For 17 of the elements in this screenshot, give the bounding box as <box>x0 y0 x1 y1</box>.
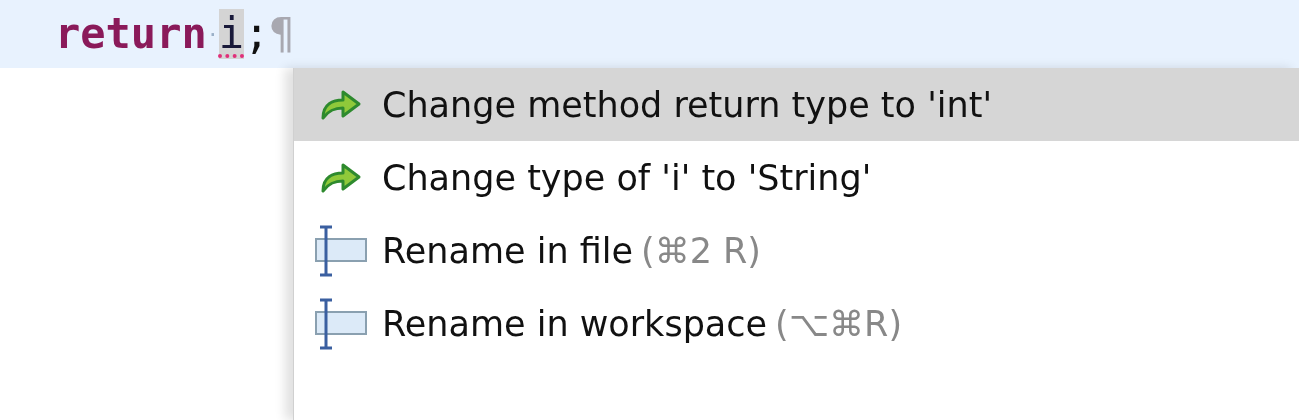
menu-item[interactable]: Rename in workspace (⌥⌘R) <box>294 287 1299 360</box>
menu-item-label: Change method return type to 'int' <box>382 84 992 125</box>
shortcut-hint: (⌥⌘R) <box>775 303 903 344</box>
whitespace-marker: · <box>206 24 219 44</box>
menu-item[interactable]: Change type of 'i' to 'String' <box>294 141 1299 214</box>
error-token: i <box>218 9 245 59</box>
menu-item-label: Rename in file <box>382 230 633 271</box>
menu-item[interactable]: Rename in file (⌘2 R) <box>294 214 1299 287</box>
menu-item-label: Change type of 'i' to 'String' <box>382 157 872 198</box>
code-token: ; <box>244 13 270 55</box>
code-token: return <box>55 13 207 55</box>
shortcut-hint: (⌘2 R) <box>641 230 762 271</box>
menu-item-label: Rename in workspace <box>382 303 768 344</box>
pilcrow-marker: ¶ <box>269 13 295 55</box>
text-cursor-field-icon <box>314 296 368 351</box>
menu-item[interactable]: Change method return type to 'int' <box>294 68 1299 141</box>
text-cursor-field-icon <box>314 223 368 278</box>
